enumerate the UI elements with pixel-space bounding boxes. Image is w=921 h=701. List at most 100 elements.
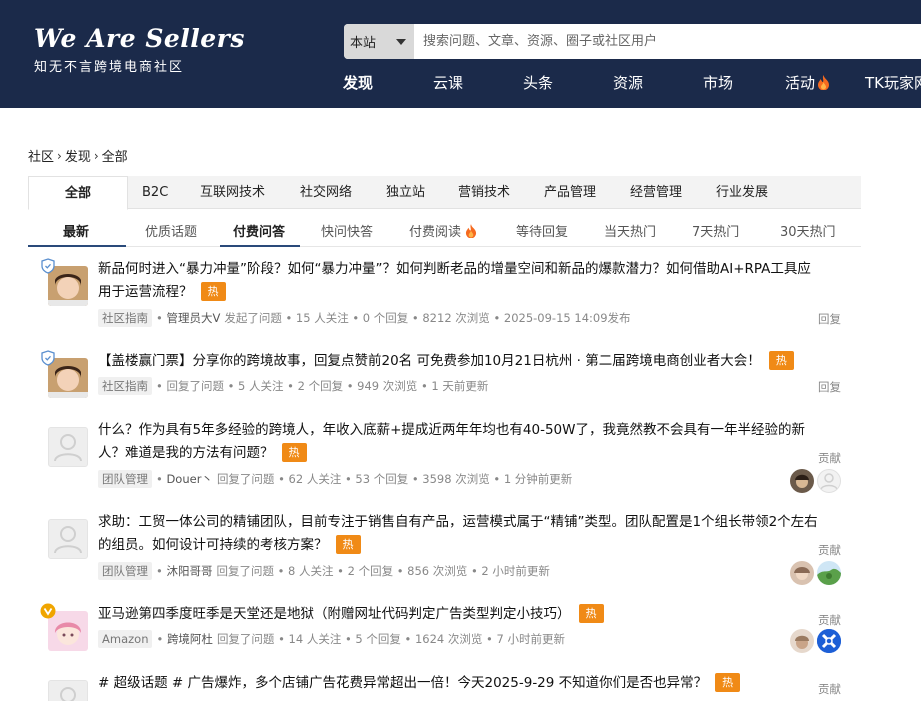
author-name[interactable]: 管理员大V xyxy=(166,310,220,326)
contributors-label: 贡献 xyxy=(818,682,841,696)
question-title[interactable]: 亚马逊第四季度旺季是天堂还是地狱（附赠网址代码判定广告类型判定小技巧） 热 xyxy=(98,603,823,626)
sort-tab-quality-label: 优质话题 xyxy=(145,225,198,240)
meta-separator: • xyxy=(156,311,167,325)
shield-icon xyxy=(41,350,55,366)
sort-tab-paid-qa[interactable]: 付费问答 xyxy=(233,221,285,240)
nav-headlines[interactable]: 头条 xyxy=(523,72,553,93)
meta-stats: 回复了问题 • 5 人关注 • 2 个回复 • 949 次浏览 • 1 天前更新 xyxy=(166,379,489,393)
category-tab-b2c[interactable]: B2C xyxy=(142,176,168,209)
sort-tab-today-hot-label: 当天热门 xyxy=(604,225,657,240)
topic-tag[interactable]: 社区指南 xyxy=(98,377,152,395)
category-tabs: 全部 B2C 互联网技术 社交网络 独立站 营销技术 产品管理 经营管理 行业发… xyxy=(28,176,861,210)
search-scope-label: 本站 xyxy=(350,36,377,51)
sort-tab-paid-qa-label: 付费问答 xyxy=(233,225,286,240)
v-icon xyxy=(40,603,56,619)
sort-tab-quality[interactable]: 优质话题 xyxy=(145,221,197,240)
category-tab-independent-site[interactable]: 独立站 xyxy=(386,176,425,209)
contributor-avatar[interactable] xyxy=(790,561,814,585)
sort-tab-7day-hot[interactable]: 7天热门 xyxy=(692,221,739,240)
meta-stats: 回复了问题 • 14 人关注 • 5 个回复 • 1624 次浏览 • 7 小时… xyxy=(216,632,565,646)
question-title-text: 求助：工贸一体公司的精铺团队，目前专注于销售自有产品，运营模式属于“精铺”类型。… xyxy=(98,514,818,553)
contributor-avatar[interactable] xyxy=(817,561,841,585)
contributor-avatar[interactable] xyxy=(790,469,814,493)
sort-tab-7day-hot-label: 7天热门 xyxy=(692,225,740,240)
category-tab-operations-mgmt[interactable]: 经营管理 xyxy=(630,176,682,209)
category-tab-internet-tech[interactable]: 互联网技术 xyxy=(200,176,265,209)
author-name[interactable]: 跨境阿杜 xyxy=(167,631,213,647)
default-user-icon xyxy=(54,434,82,462)
flame-icon xyxy=(465,223,477,238)
contributor-avatar[interactable] xyxy=(790,629,814,653)
search-bar: 本站 xyxy=(344,24,921,59)
contributor-avatar[interactable] xyxy=(817,629,841,653)
flame-icon xyxy=(818,75,830,90)
hot-badge: 热 xyxy=(200,282,226,301)
topic-tag[interactable]: Amazon xyxy=(98,630,153,648)
breadcrumb-discover[interactable]: 发现 xyxy=(65,146,91,165)
sort-tab-awaiting-label: 等待回复 xyxy=(516,225,569,240)
contributors-label: 贡献 xyxy=(818,451,841,465)
question-meta: 社区指南 • 回复了问题 • 5 人关注 • 2 个回复 • 949 次浏览 •… xyxy=(98,377,488,395)
search-input[interactable] xyxy=(414,24,921,59)
nav-discover-label: 发现 xyxy=(343,74,374,92)
question-title-text: 亚马逊第四季度旺季是天堂还是地狱（附赠网址代码判定广告类型判定小技巧） xyxy=(98,606,571,622)
question-title-text: 什么？作为具有5年多经验的跨境人，年收入底薪+提成近两年年均也有40-50W了，… xyxy=(98,422,805,461)
reply-label[interactable]: 回复 xyxy=(818,379,841,395)
chevron-right-icon: › xyxy=(93,148,99,163)
avatar[interactable] xyxy=(48,680,88,701)
nav-events[interactable]: 活动 xyxy=(785,72,830,93)
sort-tab-30day-hot[interactable]: 30天热门 xyxy=(780,221,836,240)
search-scope-select[interactable]: 本站 xyxy=(344,24,414,59)
meta-separator: • xyxy=(156,564,167,578)
sort-tab-latest[interactable]: 最新 xyxy=(63,221,89,240)
sort-tab-quick[interactable]: 快问快答 xyxy=(321,221,373,240)
category-tab-marketing-tech[interactable]: 营销技术 xyxy=(458,176,510,209)
meta-separator: • xyxy=(156,379,167,393)
question-title[interactable]: 求助：工贸一体公司的精铺团队，目前专注于销售自有产品，运营模式属于“精铺”类型。… xyxy=(98,511,823,557)
question-meta: 社区指南 • 管理员大V 发起了问题 • 15 人关注 • 0 个回复 • 82… xyxy=(98,309,631,327)
hot-badge: 热 xyxy=(281,443,307,462)
question-title[interactable]: 新品何时进入“暴力冲量”阶段？如何“暴力冲量”？如何判断老品的增量空间和新品的爆… xyxy=(98,258,823,304)
nav-market-label: 市场 xyxy=(703,74,734,92)
site-header: We Are Sellers 知无不言跨境电商社区 本站 发现 云课 头条 资源… xyxy=(0,0,921,108)
nav-resources-label: 资源 xyxy=(613,74,644,92)
sort-tab-today-hot[interactable]: 当天热门 xyxy=(604,221,656,240)
sort-tab-paid-read-label: 付费阅读 xyxy=(409,225,462,240)
topic-tag[interactable]: 团队管理 xyxy=(98,562,152,580)
category-tab-industry[interactable]: 行业发展 xyxy=(716,176,768,209)
contributor-photo xyxy=(790,561,814,585)
question-title[interactable]: 【盖楼赢门票】分享你的跨境故事，回复点赞前20名 可免费参加10月21日杭州 ·… xyxy=(98,350,823,373)
category-tab-all[interactable]: 全部 xyxy=(28,176,128,210)
author-name[interactable]: Douer丶 xyxy=(166,471,212,487)
sort-tab-awaiting[interactable]: 等待回复 xyxy=(516,221,568,240)
logo-wordmark: We Are Sellers xyxy=(34,24,245,53)
question-title[interactable]: # 超级话题 # 广告爆炸，多个店铺广告花费异常超出一倍！今天2025-9-29… xyxy=(98,672,823,695)
category-tab-social[interactable]: 社交网络 xyxy=(300,176,352,209)
nav-discover[interactable]: 发现 xyxy=(343,72,373,93)
category-tab-product-mgmt[interactable]: 产品管理 xyxy=(544,176,596,209)
breadcrumb: 社区 › 发现 › 全部 xyxy=(28,146,128,166)
question-title[interactable]: 什么？作为具有5年多经验的跨境人，年收入底薪+提成近两年年均也有40-50W了，… xyxy=(98,419,823,465)
avatar[interactable] xyxy=(48,427,88,467)
topic-tag[interactable]: 团队管理 xyxy=(98,470,152,488)
author-name[interactable]: 沐阳哥哥 xyxy=(166,563,212,579)
breadcrumb-all: 全部 xyxy=(101,150,128,165)
nav-courses[interactable]: 云课 xyxy=(433,72,463,93)
active-tab-underline xyxy=(28,245,126,247)
nav-market[interactable]: 市场 xyxy=(703,72,733,93)
site-logo[interactable]: We Are Sellers 知无不言跨境电商社区 xyxy=(34,24,245,75)
question-title-text: # 超级话题 # 广告爆炸，多个店铺广告花费异常超出一倍！今天2025-9-29… xyxy=(98,675,708,691)
avatar[interactable] xyxy=(48,519,88,559)
contributor-photo xyxy=(790,469,814,493)
contributor-logo xyxy=(817,629,841,653)
hot-badge: 热 xyxy=(715,673,741,692)
sort-tabs: 最新 优质话题 付费问答 快问快答 付费阅读 等待回复 当天热门 7天热门 30… xyxy=(28,214,861,247)
reply-label[interactable]: 回复 xyxy=(818,311,841,327)
contributor-avatar[interactable] xyxy=(817,469,841,493)
breadcrumb-community[interactable]: 社区 xyxy=(28,146,54,165)
sort-tab-paid-read[interactable]: 付费阅读 xyxy=(409,221,477,240)
nav-tk-players[interactable]: TK玩家网 xyxy=(865,72,921,93)
nav-resources[interactable]: 资源 xyxy=(613,72,643,93)
topic-tag[interactable]: 社区指南 xyxy=(98,309,152,327)
meta-stats: 回复了问题 • 62 人关注 • 53 个回复 • 3598 次浏览 • 1 分… xyxy=(216,472,573,486)
